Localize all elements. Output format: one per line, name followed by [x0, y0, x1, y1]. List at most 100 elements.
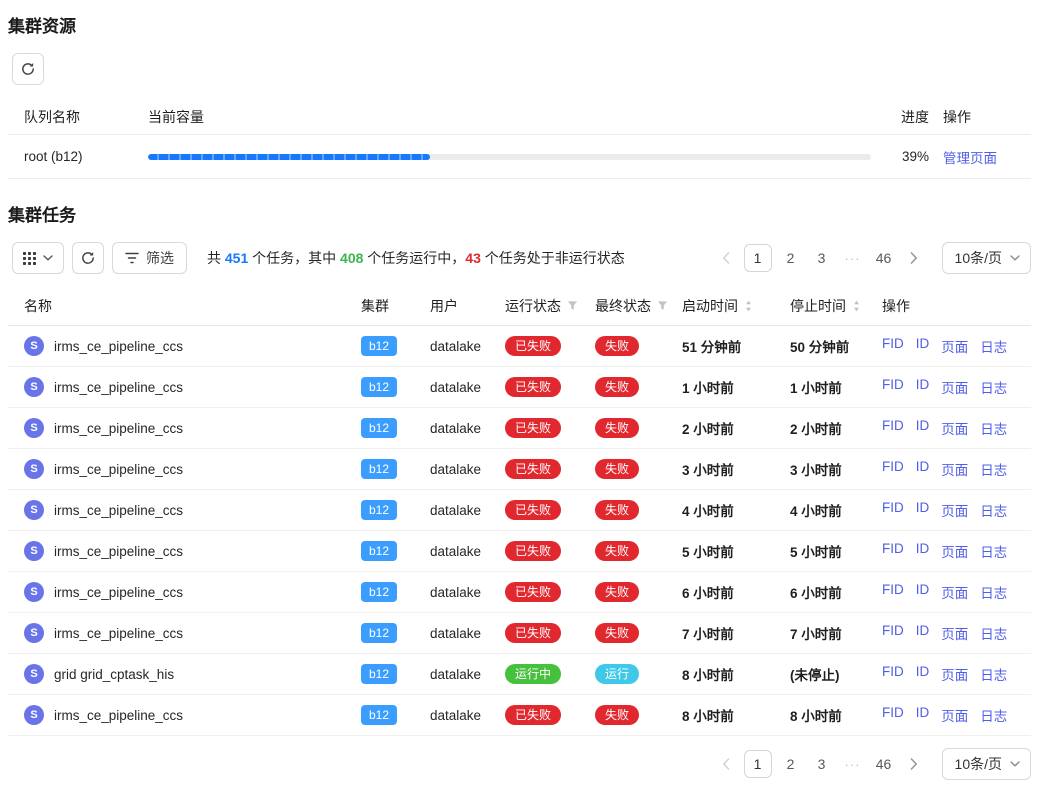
pagination-page-3[interactable]: 3	[810, 750, 834, 778]
log-link[interactable]: 日志	[980, 500, 1007, 520]
page-link[interactable]: 页面	[941, 582, 968, 602]
sort-icon[interactable]	[852, 299, 861, 313]
log-link[interactable]: 日志	[980, 418, 1007, 438]
task-name: irms_ce_pipeline_ccs	[54, 462, 183, 477]
log-link[interactable]: 日志	[980, 705, 1007, 725]
cell-user: datalake	[430, 380, 505, 395]
id-link[interactable]: ID	[916, 377, 930, 397]
fid-link[interactable]: FID	[882, 459, 904, 479]
log-link[interactable]: 日志	[980, 336, 1007, 356]
fid-link[interactable]: FID	[882, 664, 904, 684]
page-size-select[interactable]: 10条/页	[942, 748, 1031, 780]
filter-funnel-icon[interactable]	[657, 300, 668, 311]
filter-funnel-icon[interactable]	[567, 300, 578, 311]
fid-link[interactable]: FID	[882, 705, 904, 725]
running-count: 408	[340, 250, 363, 266]
id-link[interactable]: ID	[916, 705, 930, 725]
col-stop-time[interactable]: 停止时间	[790, 296, 882, 316]
page-link[interactable]: 页面	[941, 459, 968, 479]
pagination-page-1[interactable]: 1	[744, 244, 772, 272]
pagination-page-1[interactable]: 1	[744, 750, 772, 778]
id-link[interactable]: ID	[916, 500, 930, 520]
summary-text: 个任务处于非运行状态	[481, 250, 625, 266]
cell-final-status: 失败	[595, 582, 682, 602]
id-link[interactable]: ID	[916, 336, 930, 356]
queue-row: root (b12) 39% 管理页面	[8, 135, 1031, 179]
start-time: 4 小时前	[682, 500, 790, 520]
fid-link[interactable]: FID	[882, 582, 904, 602]
pagination-ellipsis[interactable]: ···	[841, 244, 865, 272]
id-link[interactable]: ID	[916, 418, 930, 438]
fid-link[interactable]: FID	[882, 418, 904, 438]
page-link[interactable]: 页面	[941, 541, 968, 561]
column-settings-button[interactable]	[12, 242, 64, 274]
id-link[interactable]: ID	[916, 541, 930, 561]
pagination-page-3[interactable]: 3	[810, 244, 834, 272]
page-size-select[interactable]: 10条/页	[942, 242, 1031, 274]
col-start-time[interactable]: 启动时间	[682, 296, 790, 316]
cell-final-status: 失败	[595, 705, 682, 725]
final-status-badge: 失败	[595, 418, 639, 438]
spark-avatar-icon: S	[24, 541, 44, 561]
id-link[interactable]: ID	[916, 664, 930, 684]
page-link[interactable]: 页面	[941, 623, 968, 643]
page-link[interactable]: 页面	[941, 500, 968, 520]
page: 集群资源 队列名称 当前容量 进度 操作 root (b12) 39%	[0, 0, 1039, 780]
refresh-tasks-button[interactable]	[72, 242, 104, 274]
col-label: 启动时间	[682, 296, 738, 316]
col-label: 当前容量	[148, 107, 204, 127]
log-link[interactable]: 日志	[980, 377, 1007, 397]
fid-link[interactable]: FID	[882, 623, 904, 643]
col-user: 用户	[430, 296, 505, 316]
log-link[interactable]: 日志	[980, 582, 1007, 602]
pagination-page-2[interactable]: 2	[779, 750, 803, 778]
fid-link[interactable]: FID	[882, 377, 904, 397]
id-link[interactable]: ID	[916, 623, 930, 643]
cluster-tag: b12	[361, 418, 397, 438]
manage-page-link[interactable]: 管理页面	[943, 151, 997, 166]
stop-time: 50 分钟前	[790, 336, 882, 356]
cell-user: datalake	[430, 667, 505, 682]
prev-page-icon[interactable]	[715, 244, 737, 272]
spark-avatar-icon: S	[24, 582, 44, 602]
page-link[interactable]: 页面	[941, 705, 968, 725]
tasks-table: 名称 集群 用户 运行状态 最终状态 启动时间 停止时间 操作 S irms_c…	[8, 286, 1031, 736]
page-size-value: 10条/页	[955, 754, 1002, 774]
grid-icon	[23, 252, 36, 265]
next-page-icon[interactable]	[903, 750, 925, 778]
stop-time: 4 小时前	[790, 500, 882, 520]
sort-icon[interactable]	[744, 299, 753, 313]
log-link[interactable]: 日志	[980, 459, 1007, 479]
prev-page-icon[interactable]	[715, 750, 737, 778]
table-row: S irms_ce_pipeline_ccs b12 datalake 已失败 …	[8, 408, 1031, 449]
fid-link[interactable]: FID	[882, 541, 904, 561]
cell-final-status: 失败	[595, 336, 682, 356]
start-time: 6 小时前	[682, 582, 790, 602]
log-link[interactable]: 日志	[980, 623, 1007, 643]
id-link[interactable]: ID	[916, 582, 930, 602]
fid-link[interactable]: FID	[882, 500, 904, 520]
total-count: 451	[225, 250, 248, 266]
user-name: datalake	[430, 708, 481, 723]
start-time: 3 小时前	[682, 459, 790, 479]
page-link[interactable]: 页面	[941, 377, 968, 397]
user-name: datalake	[430, 667, 481, 682]
refresh-button[interactable]	[12, 53, 44, 85]
pagination-ellipsis[interactable]: ···	[841, 750, 865, 778]
cell-final-status: 失败	[595, 459, 682, 479]
table-row: S irms_ce_pipeline_ccs b12 datalake 已失败 …	[8, 572, 1031, 613]
filter-button[interactable]: 筛选	[112, 242, 187, 274]
page-link[interactable]: 页面	[941, 664, 968, 684]
page-link[interactable]: 页面	[941, 418, 968, 438]
pagination-page-2[interactable]: 2	[779, 244, 803, 272]
page-link[interactable]: 页面	[941, 336, 968, 356]
log-link[interactable]: 日志	[980, 664, 1007, 684]
pagination-page-last[interactable]: 46	[872, 750, 896, 778]
cluster-tag: b12	[361, 377, 397, 397]
pagination-page-last[interactable]: 46	[872, 244, 896, 272]
fid-link[interactable]: FID	[882, 336, 904, 356]
next-page-icon[interactable]	[903, 244, 925, 272]
id-link[interactable]: ID	[916, 459, 930, 479]
log-link[interactable]: 日志	[980, 541, 1007, 561]
progress-percent: 39%	[887, 149, 939, 164]
